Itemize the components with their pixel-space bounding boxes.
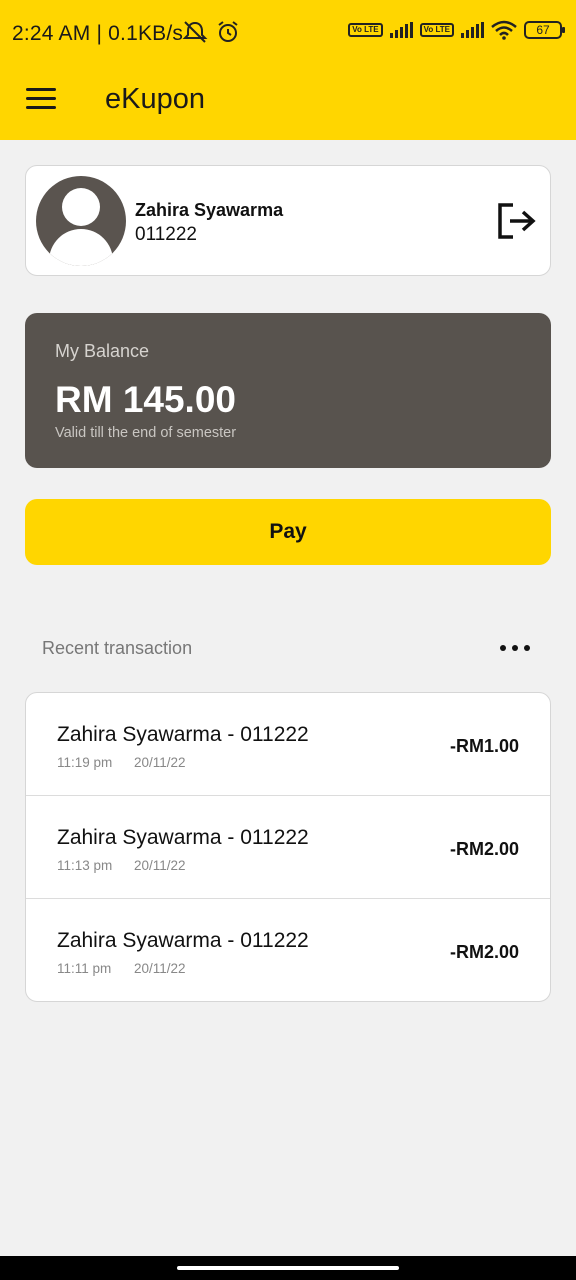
transaction-date: 20/11/22	[134, 961, 186, 976]
transaction-time: 11:13 pm	[57, 858, 113, 873]
status-time: 2:24 AM | 0.1KB/s	[12, 22, 184, 45]
signal-icon	[461, 22, 484, 38]
profile-name: Zahira Syawarma	[135, 200, 284, 220]
transaction-list: Zahira Syawarma - 011222 11:19 pm 20/11/…	[25, 692, 551, 1002]
profile-id: 011222	[135, 224, 197, 245]
volte-icon: Vo LTE	[348, 23, 383, 37]
wifi-icon	[491, 20, 517, 40]
balance-card: My Balance RM 145.00 Valid till the end …	[25, 313, 551, 468]
system-nav-bar	[0, 1256, 576, 1280]
logout-icon[interactable]	[496, 202, 538, 240]
transaction-title: Zahira Syawarma - 011222	[57, 929, 309, 952]
transaction-row[interactable]: Zahira Syawarma - 011222 11:13 pm 20/11/…	[26, 796, 550, 899]
transaction-amount: -RM2.00	[449, 942, 519, 962]
transaction-time: 11:19 pm	[57, 755, 113, 770]
transaction-row[interactable]: Zahira Syawarma - 011222 11:19 pm 20/11/…	[26, 693, 550, 796]
avatar	[36, 176, 126, 266]
transaction-date: 20/11/22	[134, 755, 186, 770]
signal-4g-icon	[389, 22, 413, 38]
transaction-time: 11:11 pm	[57, 961, 112, 976]
alarm-clock-icon	[218, 21, 238, 42]
transaction-amount: -RM1.00	[449, 736, 519, 756]
balance-amount: RM 145.00	[55, 379, 236, 420]
battery-icon: 67	[524, 21, 565, 39]
transaction-title: Zahira Syawarma - 011222	[57, 723, 309, 746]
volte-icon-2: Vo LTE	[419, 23, 454, 37]
transaction-amount: -RM2.00	[449, 839, 519, 859]
hamburger-icon[interactable]	[26, 88, 56, 114]
status-right-icons: Vo LTE Vo LTE 67	[348, 20, 565, 40]
pay-button[interactable]: Pay	[25, 499, 551, 565]
profile-card: Zahira Syawarma 011222	[25, 165, 551, 276]
balance-label: My Balance	[55, 341, 150, 361]
balance-validity-note: Valid till the end of semester	[55, 425, 237, 441]
home-indicator[interactable]	[177, 1266, 399, 1270]
recent-transaction-label: Recent transaction	[42, 638, 193, 658]
transaction-row[interactable]: Zahira Syawarma - 011222 11:11 pm 20/11/…	[26, 899, 550, 1001]
app-bar: eKupon	[0, 68, 576, 140]
status-left-icons	[182, 20, 240, 44]
alarm-off-icon	[182, 21, 208, 43]
transaction-title: Zahira Syawarma - 011222	[57, 826, 309, 849]
app-title: eKupon	[105, 83, 205, 115]
transaction-date: 20/11/22	[134, 858, 186, 873]
more-horizontal-icon[interactable]	[496, 634, 534, 662]
status-bar: 2:24 AM | 0.1KB/s Vo LTE Vo LTE 67	[0, 0, 576, 68]
